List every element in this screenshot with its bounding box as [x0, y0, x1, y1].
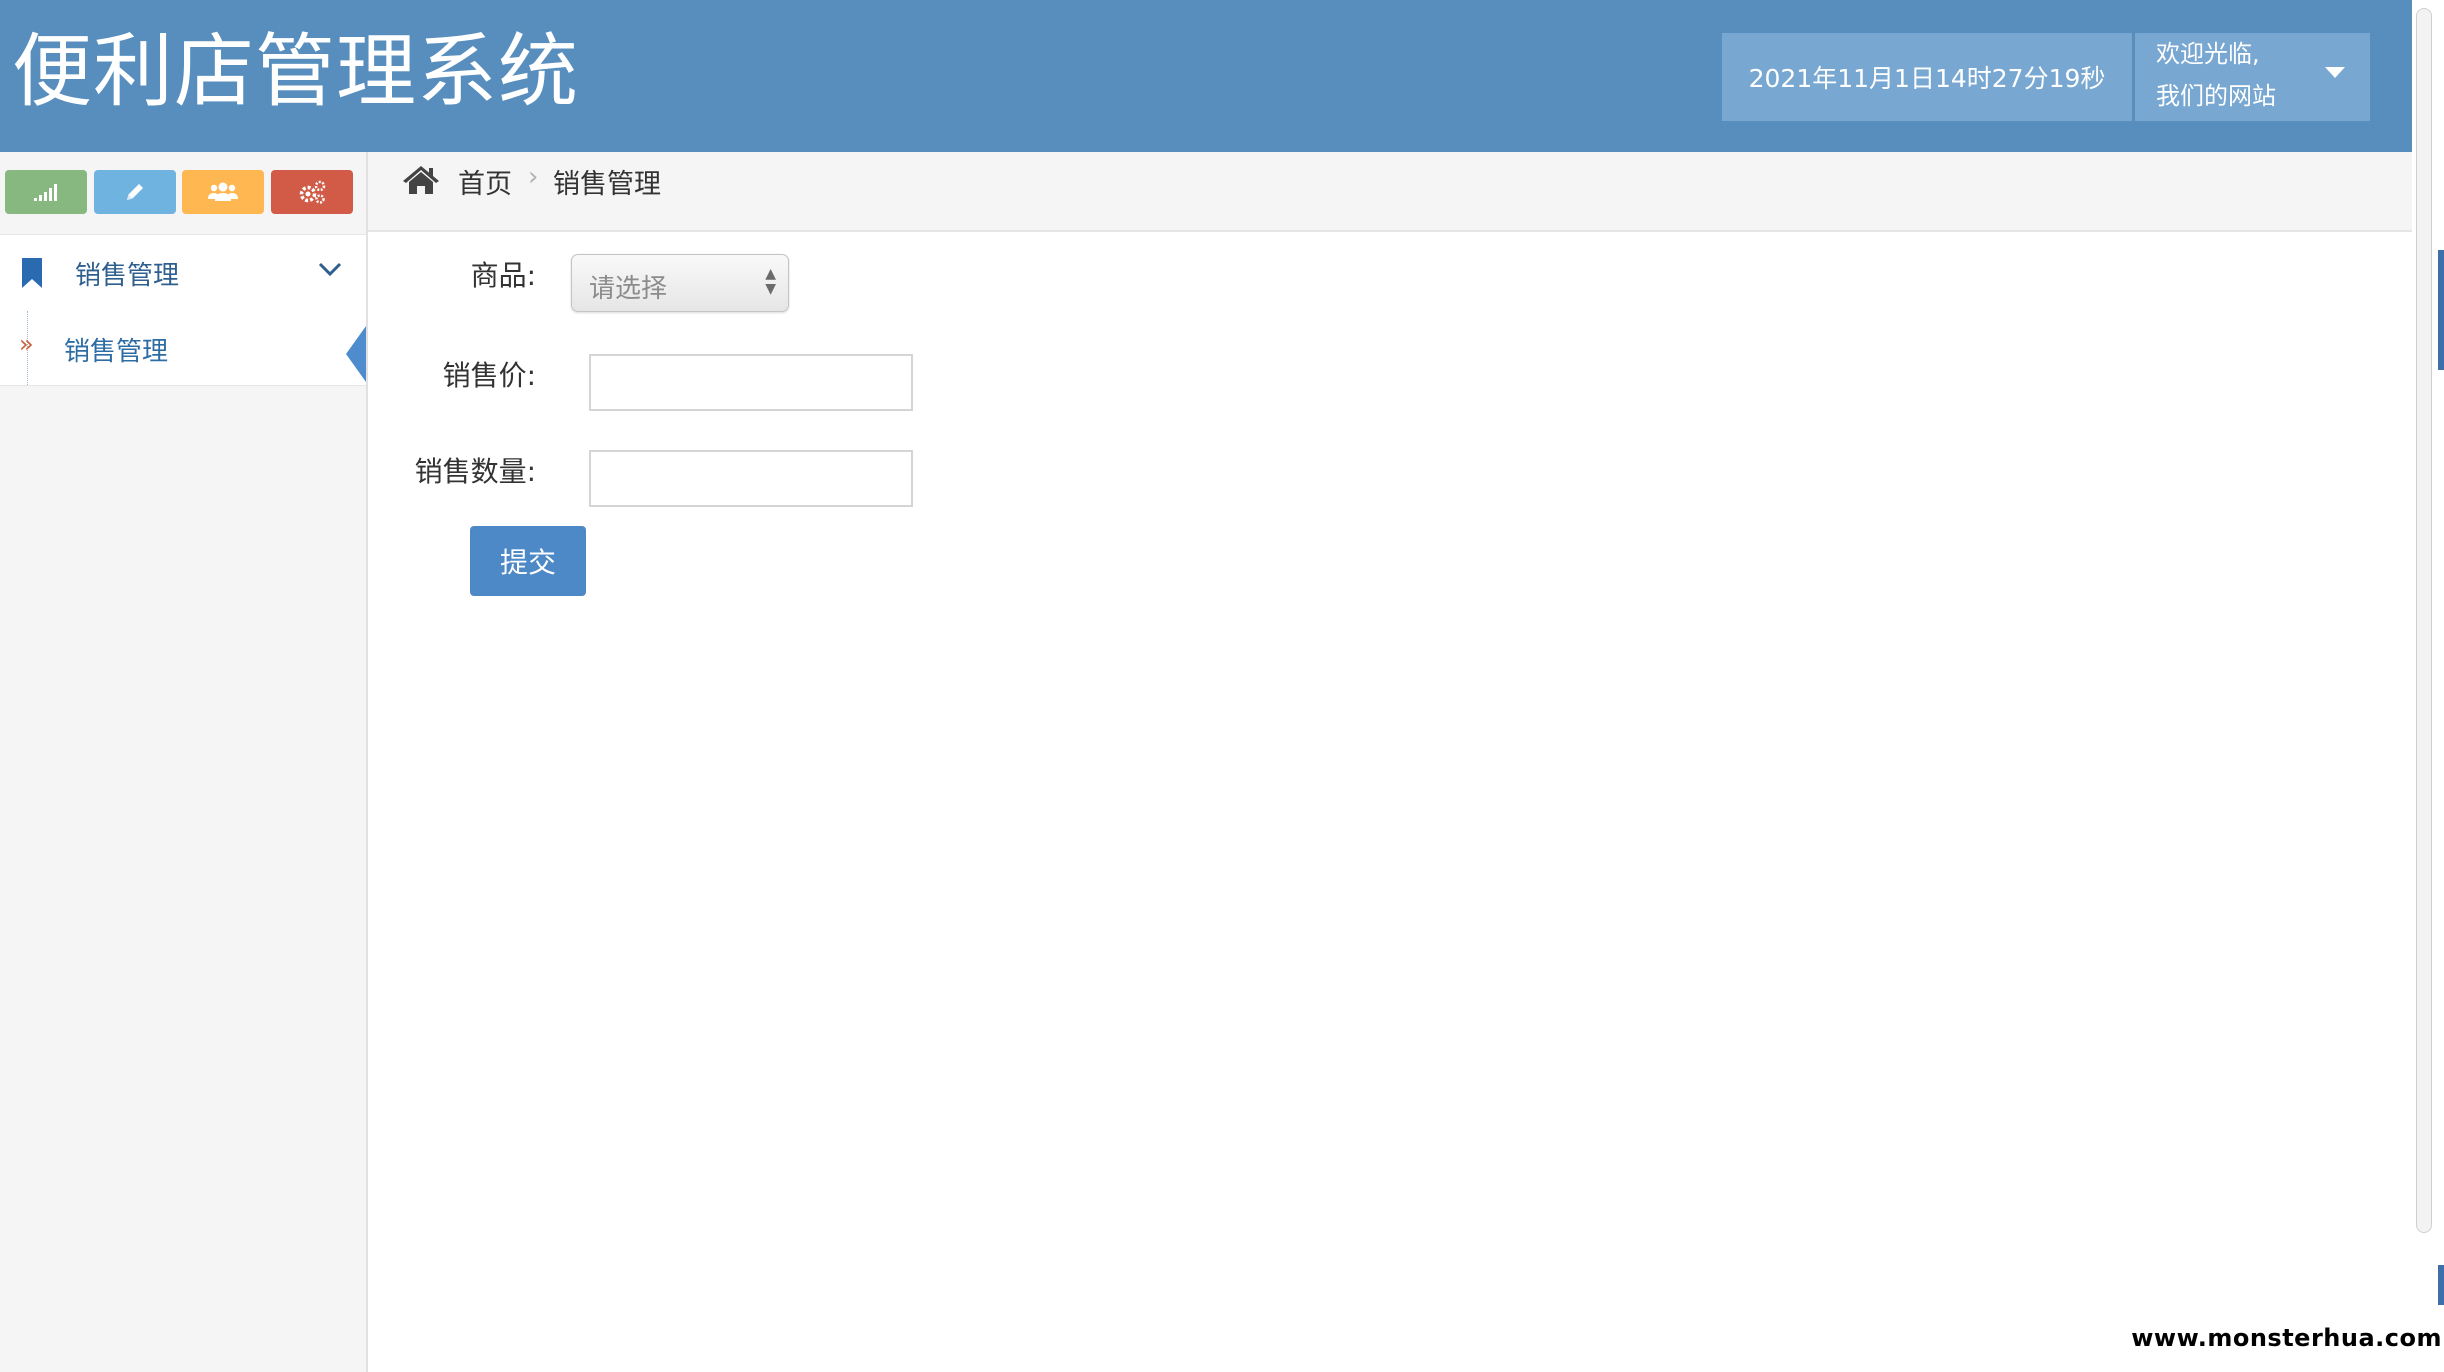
welcome-text-line1: 欢迎光临, [2156, 40, 2260, 68]
select-arrows-icon: ▲ ▼ [765, 266, 776, 297]
chevron-right-icon: › [528, 162, 539, 192]
scrollbar-edge-mark [2438, 250, 2444, 370]
app-title: 便利店管理系统 [12, 25, 579, 118]
nav-menu-label: 销售管理 [75, 261, 180, 291]
breadcrumb-current: 销售管理 [553, 169, 661, 200]
users-shortcut-button[interactable] [182, 170, 264, 214]
product-label: 商品: [470, 259, 536, 292]
home-icon [403, 166, 439, 194]
breadcrumb: 首页 › 销售管理 [368, 152, 2412, 232]
bookmark-icon [22, 258, 42, 288]
settings-shortcut-button[interactable] [271, 170, 353, 214]
breadcrumb-home-link[interactable]: 首页 [458, 162, 512, 201]
users-icon [208, 182, 238, 201]
page-scrollbar-thumb[interactable] [2416, 8, 2432, 1233]
product-select-value: 请选择 [589, 274, 668, 304]
datetime-text: 2021年11月1日14时27分19秒 [1748, 64, 2106, 93]
nav-submenu-label: 销售管理 [64, 337, 169, 367]
cogs-icon [299, 180, 326, 204]
pencil-icon [127, 184, 143, 200]
product-select[interactable]: 请选择 ▲ ▼ [571, 254, 789, 312]
welcome-text-line2: 我们的网站 [2156, 82, 2276, 110]
scrollbar-edge-mark [2438, 1265, 2444, 1305]
datetime-display: 2021年11月1日14时27分19秒 [1722, 33, 2132, 121]
edit-shortcut-button[interactable] [94, 170, 176, 214]
stats-shortcut-button[interactable] [5, 170, 87, 214]
price-label: 销售价: [442, 359, 536, 392]
signal-icon [34, 184, 57, 201]
double-chevron-icon: » [19, 330, 34, 358]
top-navbar: 便利店管理系统 2021年11月1日14时27分19秒 欢迎光临, 我们的网站 [0, 0, 2412, 152]
price-input[interactable] [589, 354, 913, 411]
submit-button[interactable]: 提交 [470, 526, 586, 596]
caret-down-icon [2325, 67, 2345, 78]
user-menu-dropdown[interactable]: 欢迎光临, 我们的网站 [2135, 33, 2370, 121]
quantity-input[interactable] [589, 450, 913, 507]
watermark-text: www.monsterhua.com [2131, 1324, 2442, 1352]
quantity-label: 销售数量: [414, 455, 536, 488]
sidebar: 销售管理 » 销售管理 [0, 152, 368, 1372]
